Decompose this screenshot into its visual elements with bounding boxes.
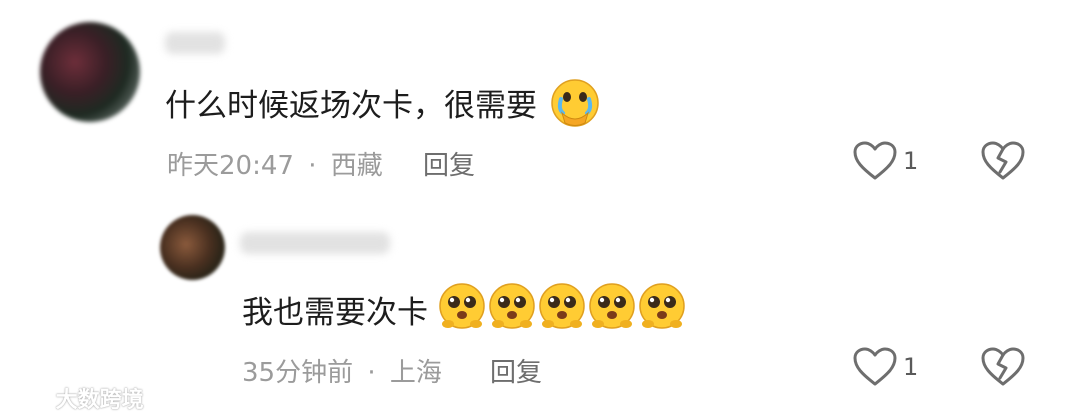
reply-button[interactable]: 回复 bbox=[490, 352, 542, 389]
crying-face-emoji bbox=[551, 78, 599, 127]
commenter-avatar[interactable] bbox=[40, 22, 140, 122]
reply-body: 我也需要次卡 bbox=[242, 282, 688, 338]
pleading-face-emoji-group bbox=[438, 282, 688, 338]
dislike-broken-heart-icon[interactable] bbox=[980, 346, 1026, 388]
like-count: 1 bbox=[903, 147, 919, 175]
heart-icon[interactable] bbox=[852, 140, 898, 182]
watermark: 大数跨境 bbox=[8, 382, 144, 414]
replier-avatar[interactable] bbox=[160, 215, 225, 280]
comment-time: 昨天20:47 bbox=[167, 151, 294, 181]
heart-icon[interactable] bbox=[852, 346, 898, 388]
meta-separator: · bbox=[308, 151, 317, 181]
reply-text: 我也需要次卡 bbox=[242, 295, 428, 331]
reply-meta: 35分钟前 · 上海 bbox=[242, 352, 442, 389]
like-count: 1 bbox=[903, 353, 919, 381]
pleading-face-emoji bbox=[439, 282, 685, 329]
comment-meta: 昨天20:47 · 西藏 bbox=[167, 145, 383, 182]
dislike-broken-heart-icon[interactable] bbox=[980, 140, 1026, 182]
reply-time: 35分钟前 bbox=[242, 358, 354, 388]
reply-button[interactable]: 回复 bbox=[423, 145, 475, 182]
replier-name-blurred[interactable] bbox=[240, 232, 390, 254]
watermark-logo-icon bbox=[10, 391, 48, 411]
commenter-name-blurred[interactable] bbox=[165, 32, 225, 54]
reply-location: 上海 bbox=[389, 358, 442, 388]
comment-text: 什么时候返场次卡，很需要 bbox=[165, 88, 537, 124]
meta-separator: · bbox=[367, 358, 376, 388]
watermark-text: 大数跨境 bbox=[55, 388, 144, 413]
comment-location: 西藏 bbox=[330, 151, 383, 181]
comment-body: 什么时候返场次卡，很需要 bbox=[165, 78, 601, 129]
